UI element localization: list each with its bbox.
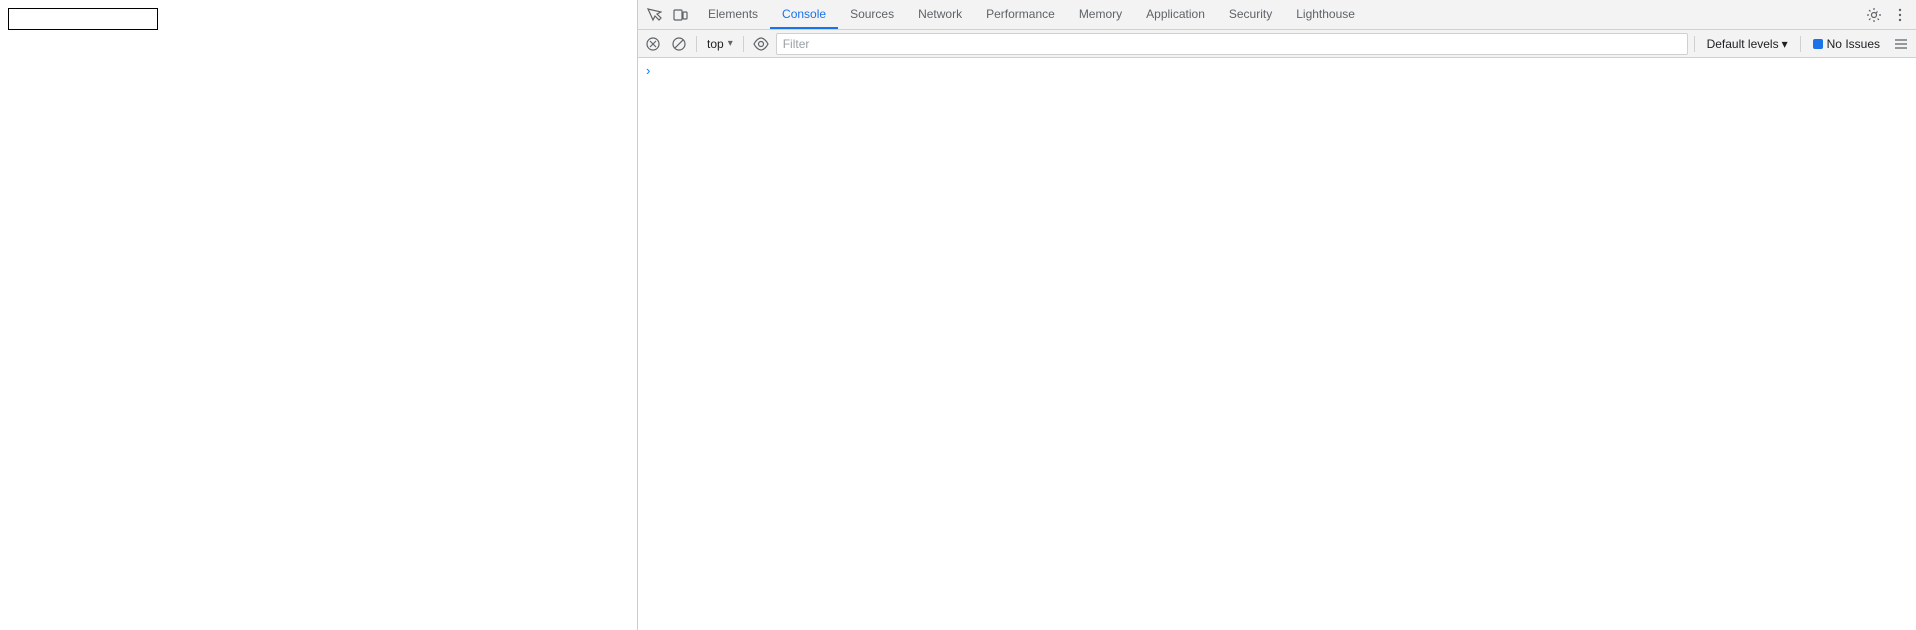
toolbar-separator-2 [743, 36, 744, 52]
console-settings-button[interactable] [1890, 33, 1912, 55]
filter-input[interactable] [776, 33, 1688, 55]
tab-performance[interactable]: Performance [974, 0, 1067, 29]
tab-security[interactable]: Security [1217, 0, 1284, 29]
clear-console-button[interactable] [642, 33, 664, 55]
tab-elements[interactable]: Elements [696, 0, 770, 29]
devtools-tabs-bar: Elements Console Sources Network Perform… [638, 0, 1916, 30]
tabs-right-icons [1858, 3, 1916, 27]
context-selector-arrow: ▾ [728, 38, 733, 49]
eye-button[interactable] [750, 33, 772, 55]
more-options-button[interactable] [1888, 3, 1912, 27]
console-toolbar-right [1890, 33, 1912, 55]
console-chevron[interactable]: › [646, 63, 650, 78]
devtools-toolbar-icons [638, 3, 696, 27]
tab-lighthouse[interactable]: Lighthouse [1284, 0, 1367, 29]
console-toolbar: top ▾ Default levels ▾ No Issues [638, 30, 1916, 58]
tab-memory[interactable]: Memory [1067, 0, 1134, 29]
console-content[interactable]: › [638, 58, 1916, 630]
device-toggle-button[interactable] [668, 3, 692, 27]
tab-sources[interactable]: Sources [838, 0, 906, 29]
log-levels-arrow: ▾ [1782, 37, 1788, 51]
toolbar-separator-4 [1800, 36, 1801, 52]
tab-network[interactable]: Network [906, 0, 974, 29]
tab-console[interactable]: Console [770, 0, 838, 29]
webpage-area [0, 0, 638, 630]
console-prompt: › [638, 58, 1916, 82]
toolbar-separator-1 [696, 36, 697, 52]
log-levels-button[interactable]: Default levels ▾ [1701, 33, 1794, 55]
tab-application[interactable]: Application [1134, 0, 1217, 29]
context-selector[interactable]: top ▾ [703, 33, 737, 55]
settings-button[interactable] [1862, 3, 1886, 27]
page-input[interactable] [8, 8, 158, 30]
devtools-panel: Elements Console Sources Network Perform… [638, 0, 1916, 630]
toolbar-separator-3 [1694, 36, 1695, 52]
inspect-element-button[interactable] [642, 3, 666, 27]
no-issues-badge: No Issues [1807, 33, 1886, 55]
issues-dot [1813, 39, 1823, 49]
block-icon-button[interactable] [668, 33, 690, 55]
tabs-list: Elements Console Sources Network Perform… [696, 0, 1858, 29]
